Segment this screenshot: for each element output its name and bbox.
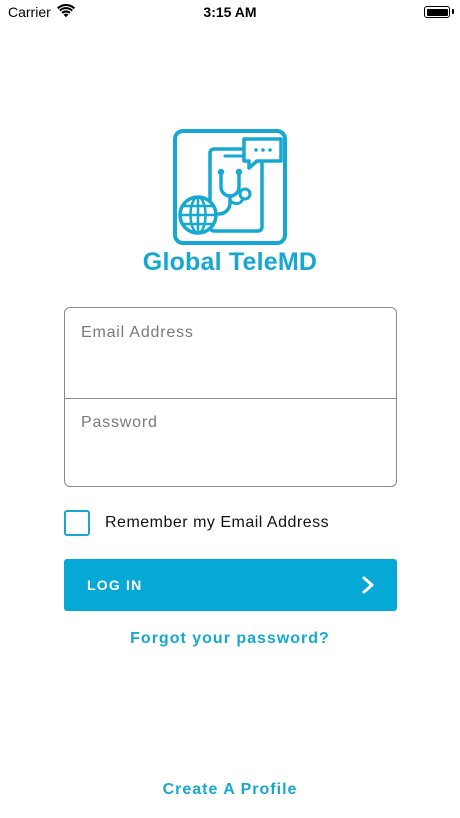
forgot-password-link[interactable]: Forgot your password? (0, 630, 460, 648)
password-input[interactable] (65, 399, 396, 486)
email-input[interactable] (65, 308, 396, 398)
brand-title: Global TeleMD (142, 248, 318, 276)
remember-email-row[interactable]: Remember my Email Address (64, 509, 329, 536)
telemedicine-logo-icon (173, 129, 287, 245)
status-time: 3:15 AM (203, 4, 257, 20)
chevron-right-icon (362, 576, 374, 594)
login-button[interactable]: LOG IN (64, 559, 397, 611)
battery-tip (452, 9, 454, 14)
login-form (64, 307, 397, 487)
create-profile-link[interactable]: Create A Profile (0, 781, 460, 799)
login-button-label: LOG IN (87, 577, 143, 593)
remember-email-checkbox[interactable] (64, 509, 90, 536)
status-bar: Carrier 3:15 AM (0, 0, 460, 26)
remember-email-label: Remember my Email Address (105, 513, 330, 531)
battery-icon (424, 6, 450, 18)
email-field-container (65, 308, 396, 398)
password-field-container (65, 398, 396, 486)
